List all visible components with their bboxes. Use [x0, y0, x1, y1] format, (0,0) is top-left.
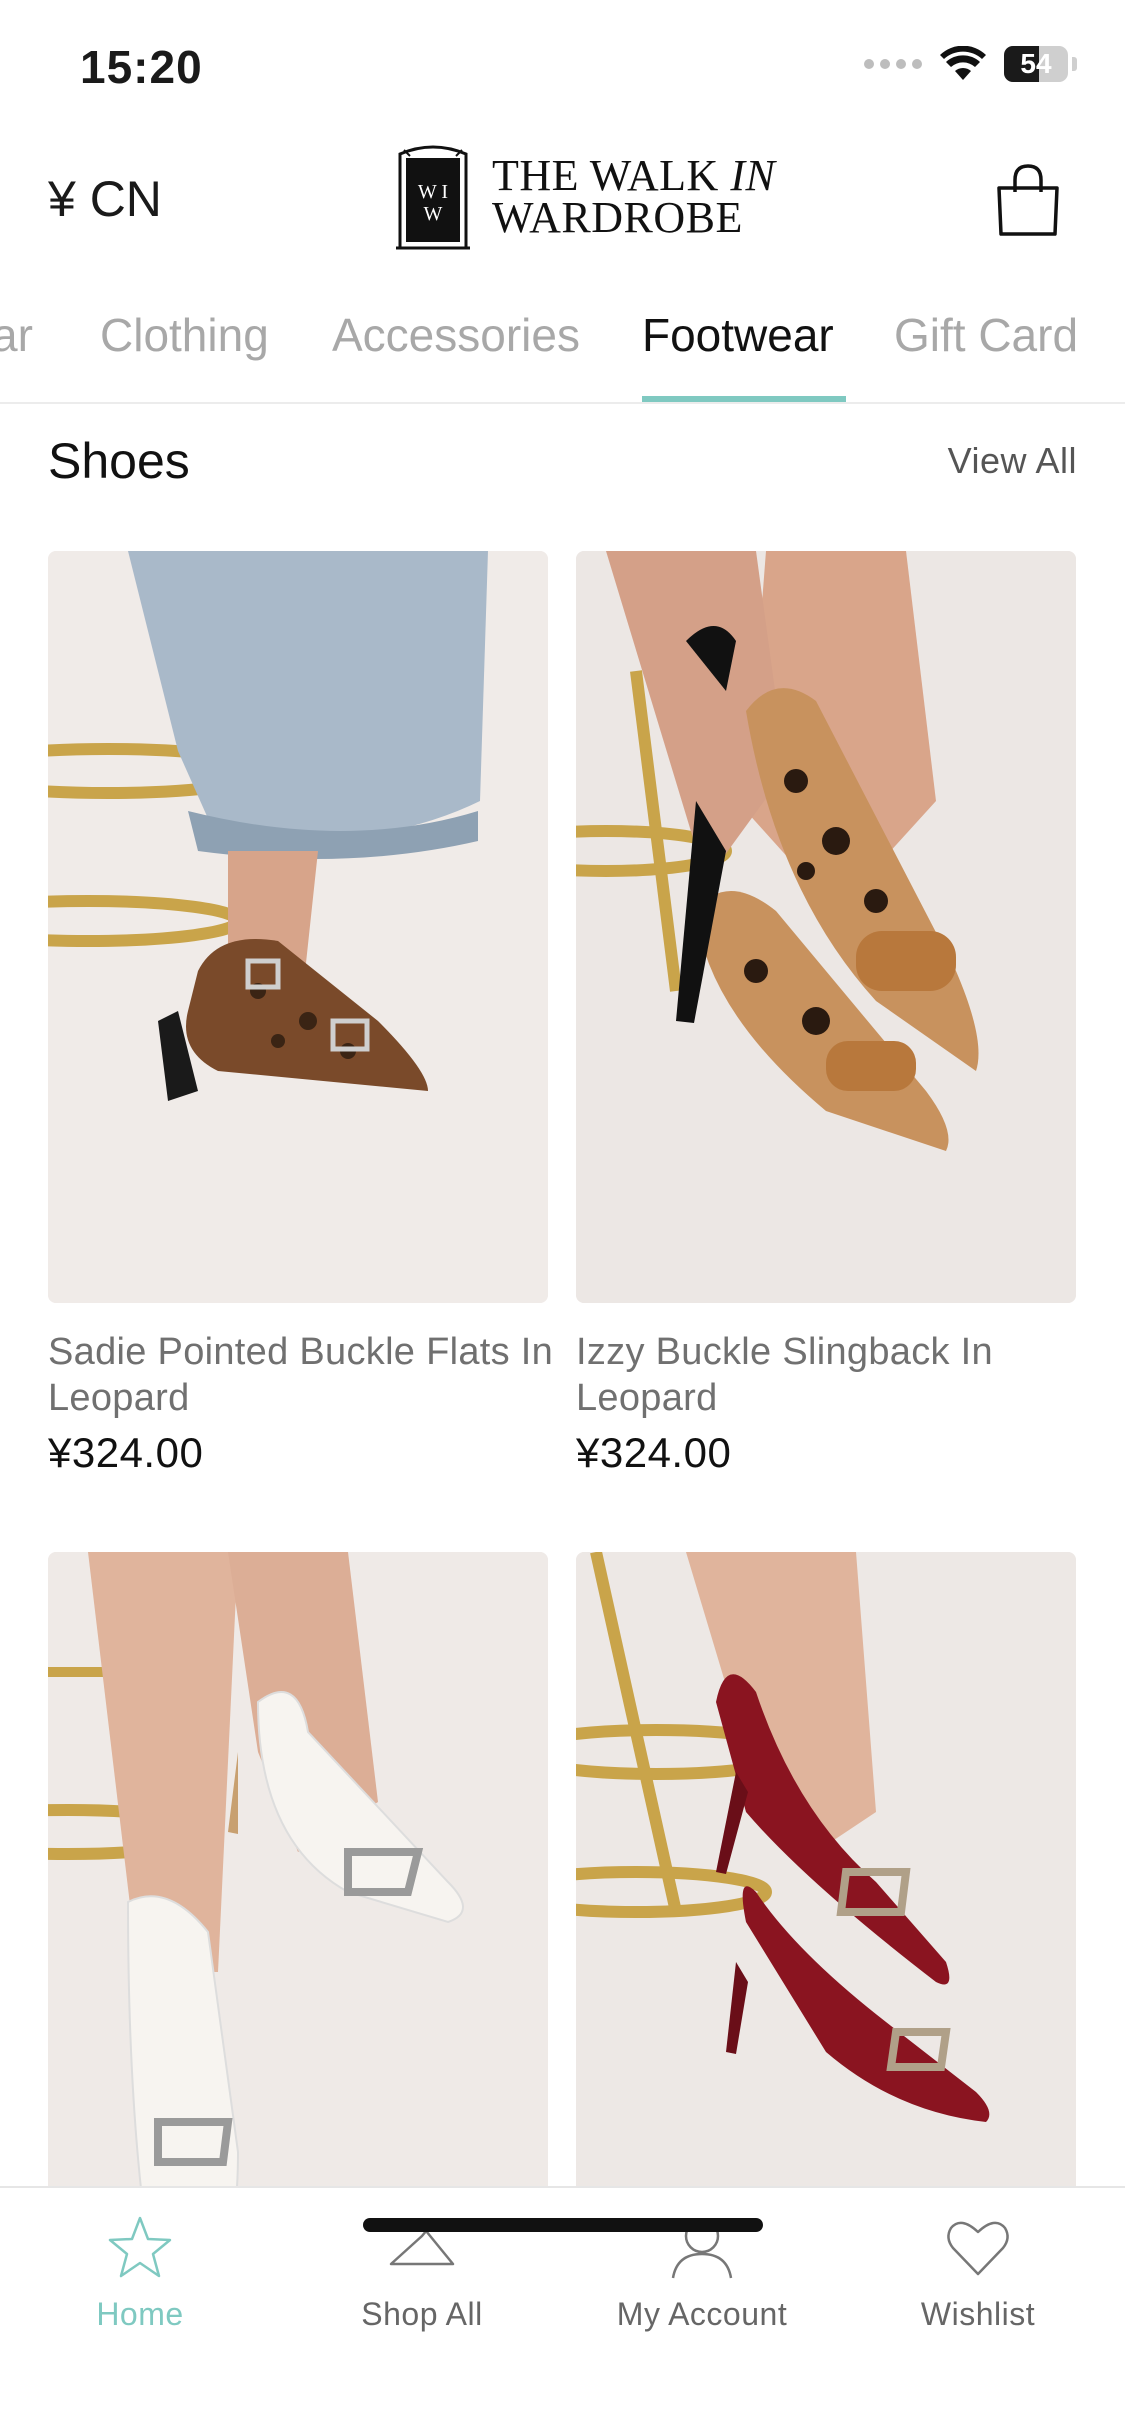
product-name[interactable]: Izzy Buckle Slingback In Leopard [576, 1329, 1096, 1421]
logo-mirror-icon: W I W [396, 145, 470, 250]
nav-home-label: Home [96, 2296, 184, 2332]
status-time: 15:20 [80, 41, 203, 93]
logo-wordmark: THE WALK IN WARDROBE [492, 151, 776, 242]
section-title: Shoes [48, 433, 190, 489]
nav-home[interactable]: Home [20, 2212, 260, 2333]
tab-gift-card[interactable]: Gift Card [894, 308, 1078, 362]
app-header: ¥ CN W I W THE WALK IN WARDROBE [0, 130, 1125, 270]
product-price: ¥324.00 [576, 1429, 732, 1476]
home-indicator[interactable] [363, 2218, 763, 2232]
product-price: ¥324.00 [48, 1429, 204, 1476]
product-image[interactable] [576, 551, 1076, 1303]
product-image[interactable] [48, 551, 548, 1303]
tab-partial[interactable]: ar [0, 308, 33, 362]
view-all-link[interactable]: View All [948, 440, 1077, 482]
currency-selector[interactable]: ¥ CN [48, 170, 162, 228]
nav-shop-all-label: Shop All [361, 2296, 483, 2332]
status-icons: 54 [864, 46, 1077, 82]
nav-wishlist[interactable]: Wishlist [858, 2212, 1098, 2333]
brand-logo[interactable]: W I W THE WALK IN WARDROBE [394, 142, 775, 252]
active-tab-indicator [642, 396, 846, 402]
status-bar: 15:20 54 [0, 0, 1125, 130]
nav-wishlist-label: Wishlist [920, 2296, 1036, 2332]
heart-icon [947, 2221, 1009, 2276]
tab-footwear[interactable]: Footwear [642, 308, 834, 362]
signal-dots-icon [864, 59, 922, 69]
tab-clothing[interactable]: Clothing [100, 308, 269, 362]
star-icon [108, 2216, 172, 2278]
category-tabs: ar Clothing Accessories Footwear Gift Ca… [0, 290, 1125, 404]
svg-text:W: W [424, 203, 443, 225]
wifi-icon [940, 46, 986, 80]
tab-accessories[interactable]: Accessories [332, 308, 580, 362]
battery-level: 54 [1020, 48, 1052, 79]
svg-text:W I: W I [418, 181, 448, 203]
shopping-bag-icon[interactable] [993, 160, 1063, 240]
nav-my-account-label: My Account [616, 2296, 788, 2332]
battery-icon: 54 [1004, 46, 1068, 82]
product-name[interactable]: Sadie Pointed Buckle Flats In Leopard [48, 1329, 568, 1421]
